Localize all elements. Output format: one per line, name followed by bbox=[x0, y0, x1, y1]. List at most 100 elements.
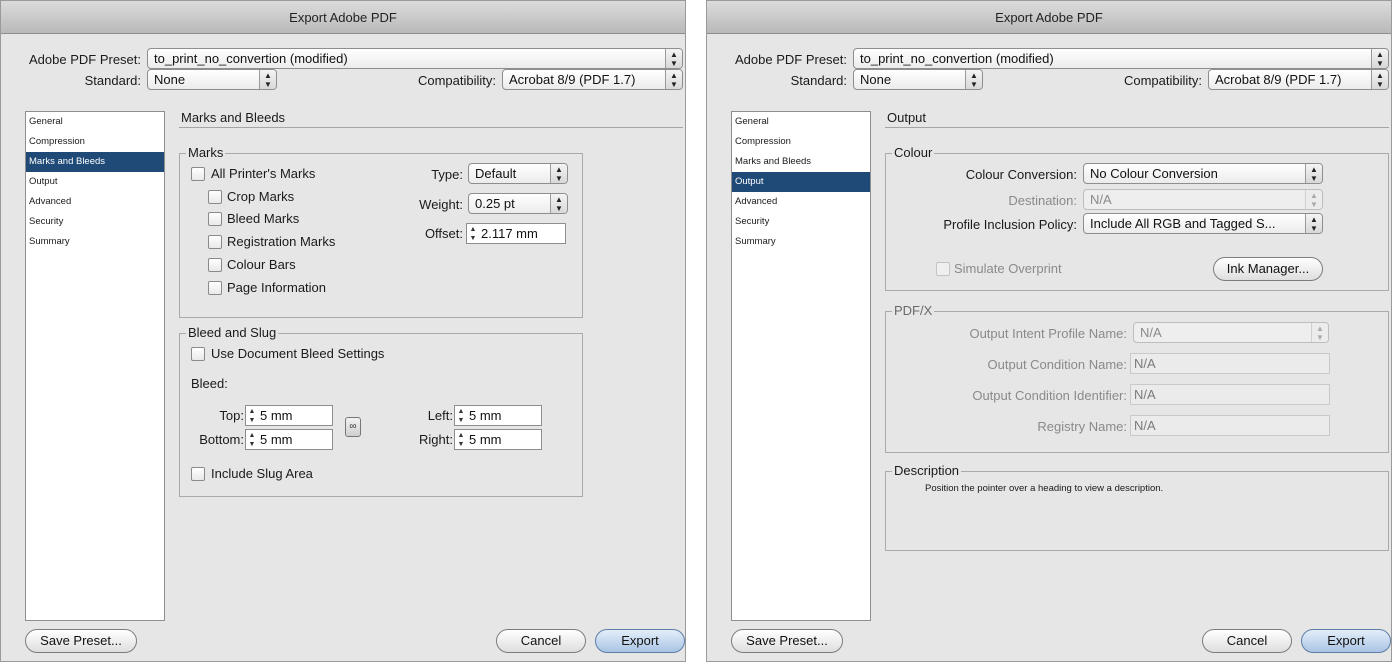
chain-link-icon[interactable]: ∞ bbox=[345, 417, 361, 437]
bleed-left-value: 5 mm bbox=[469, 408, 502, 423]
compatibility-popup[interactable]: Acrobat 8/9 (PDF 1.7) ▲ ▼ bbox=[1208, 69, 1389, 90]
weight-value: 0.25 pt bbox=[475, 196, 515, 211]
compatibility-value: Acrobat 8/9 (PDF 1.7) bbox=[509, 72, 636, 87]
preset-popup[interactable]: to_print_no_convertion (modified) ▲ ▼ bbox=[853, 48, 1389, 69]
standard-popup[interactable]: None ▲ ▼ bbox=[853, 69, 983, 90]
sidebar-item-compression[interactable]: Compression bbox=[26, 132, 164, 152]
compatibility-value: Acrobat 8/9 (PDF 1.7) bbox=[1215, 72, 1342, 87]
sidebar-item-security[interactable]: Security bbox=[732, 212, 870, 232]
compatibility-popup[interactable]: Acrobat 8/9 (PDF 1.7) ▲ ▼ bbox=[502, 69, 683, 90]
weight-popup[interactable]: 0.25 pt ▲ ▼ bbox=[468, 193, 568, 214]
destination-label: Destination: bbox=[1008, 193, 1077, 208]
bleed-left-field[interactable]: ▲ ▼ 5 mm bbox=[454, 405, 542, 426]
stepper-icon[interactable]: ▲ ▼ bbox=[246, 406, 258, 425]
stepper-icon[interactable]: ▲ ▼ bbox=[455, 430, 467, 449]
profile-inclusion-value: Include All RGB and Tagged S... bbox=[1090, 216, 1276, 231]
up-down-arrows-icon: ▲ ▼ bbox=[1305, 190, 1322, 209]
standard-popup[interactable]: None ▲ ▼ bbox=[147, 69, 277, 90]
sidebar-item-advanced[interactable]: Advanced bbox=[732, 192, 870, 212]
output-identifier-field[interactable]: N/A bbox=[1130, 384, 1330, 405]
stepper-icon[interactable]: ▲ ▼ bbox=[467, 224, 479, 243]
type-popup[interactable]: Default ▲ ▼ bbox=[468, 163, 568, 184]
up-down-arrows-icon: ▲ ▼ bbox=[259, 70, 276, 89]
simulate-overprint-checkbox[interactable] bbox=[936, 262, 950, 276]
crop-marks-label: Crop Marks bbox=[227, 189, 295, 204]
destination-popup[interactable]: N/A ▲ ▼ bbox=[1083, 189, 1323, 210]
output-condition-label: Output Condition Name: bbox=[987, 357, 1127, 372]
colour-bars-label: Colour Bars bbox=[227, 257, 296, 272]
all-printers-marks-label: All Printer's Marks bbox=[211, 166, 316, 181]
sidebar-item-security[interactable]: Security bbox=[26, 212, 164, 232]
preset-popup[interactable]: to_print_no_convertion (modified) ▲ ▼ bbox=[147, 48, 683, 69]
type-value: Default bbox=[475, 166, 517, 181]
include-slug-checkbox[interactable] bbox=[191, 467, 205, 481]
preset-value: to_print_no_convertion (modified) bbox=[860, 51, 1054, 66]
include-slug-label: Include Slug Area bbox=[211, 466, 313, 481]
offset-field[interactable]: ▲ ▼ 2.117 mm bbox=[466, 223, 566, 244]
sidebar-item-summary[interactable]: Summary bbox=[732, 232, 870, 252]
registration-marks-checkbox[interactable] bbox=[208, 235, 222, 249]
colour-group-title: Colour bbox=[892, 145, 935, 161]
sidebar-item-general[interactable]: General bbox=[26, 112, 164, 132]
description-group-title: Description bbox=[892, 463, 962, 479]
category-sidebar: General Compression Marks and Bleeds Out… bbox=[731, 111, 871, 621]
section-divider bbox=[885, 127, 1389, 128]
sidebar-item-general[interactable]: General bbox=[732, 112, 870, 132]
page-information-checkbox[interactable] bbox=[208, 281, 222, 295]
registry-name-label: Registry Name: bbox=[1037, 419, 1127, 434]
ink-manager-button[interactable]: Ink Manager... bbox=[1213, 257, 1323, 281]
profile-inclusion-popup[interactable]: Include All RGB and Tagged S... ▲ ▼ bbox=[1083, 213, 1323, 234]
export-button[interactable]: Export bbox=[595, 629, 685, 653]
description-text: Position the pointer over a heading to v… bbox=[925, 483, 1164, 494]
save-preset-button[interactable]: Save Preset... bbox=[25, 629, 137, 653]
colour-bars-checkbox[interactable] bbox=[208, 258, 222, 272]
up-down-arrows-icon: ▲ ▼ bbox=[665, 70, 682, 89]
export-button[interactable]: Export bbox=[1301, 629, 1391, 653]
save-preset-button[interactable]: Save Preset... bbox=[731, 629, 843, 653]
output-condition-field[interactable]: N/A bbox=[1130, 353, 1330, 374]
weight-label: Weight: bbox=[419, 197, 463, 212]
up-down-arrows-icon: ▲ ▼ bbox=[550, 164, 567, 183]
use-document-bleed-label: Use Document Bleed Settings bbox=[211, 346, 385, 361]
page-information-label: Page Information bbox=[227, 280, 327, 295]
output-intent-label: Output Intent Profile Name: bbox=[969, 326, 1127, 341]
sidebar-item-summary[interactable]: Summary bbox=[26, 232, 164, 252]
sidebar-item-compression[interactable]: Compression bbox=[732, 132, 870, 152]
all-printers-marks-checkbox[interactable] bbox=[191, 167, 205, 181]
stepper-icon[interactable]: ▲ ▼ bbox=[246, 430, 258, 449]
sidebar-item-advanced[interactable]: Advanced bbox=[26, 192, 164, 212]
simulate-overprint-label: Simulate Overprint bbox=[954, 261, 1062, 276]
offset-label: Offset: bbox=[424, 226, 463, 241]
compatibility-label: Compatibility: bbox=[1123, 73, 1202, 88]
sidebar-item-output[interactable]: Output bbox=[732, 172, 870, 192]
registration-marks-label: Registration Marks bbox=[227, 234, 336, 249]
bleed-label: Bleed: bbox=[191, 376, 228, 391]
preset-label: Adobe PDF Preset: bbox=[29, 52, 141, 67]
up-down-arrows-icon: ▲ ▼ bbox=[550, 194, 567, 213]
compatibility-label: Compatibility: bbox=[417, 73, 496, 88]
bleed-right-field[interactable]: ▲ ▼ 5 mm bbox=[454, 429, 542, 450]
sidebar-item-output[interactable]: Output bbox=[26, 172, 164, 192]
up-down-arrows-icon: ▲ ▼ bbox=[1305, 164, 1322, 183]
pdfx-group-title: PDF/X bbox=[892, 303, 935, 319]
output-intent-popup[interactable]: N/A ▲ ▼ bbox=[1133, 322, 1329, 343]
sidebar-item-marks-and-bleeds[interactable]: Marks and Bleeds bbox=[732, 152, 870, 172]
output-identifier-label: Output Condition Identifier: bbox=[972, 388, 1127, 403]
export-pdf-dialog-marks: Export Adobe PDF Adobe PDF Preset: to_pr… bbox=[0, 0, 686, 662]
up-down-arrows-icon: ▲ ▼ bbox=[1305, 214, 1322, 233]
sidebar-item-marks-and-bleeds[interactable]: Marks and Bleeds bbox=[26, 152, 164, 172]
colour-conversion-popup[interactable]: No Colour Conversion ▲ ▼ bbox=[1083, 163, 1323, 184]
marks-group-title: Marks bbox=[186, 145, 226, 161]
use-document-bleed-checkbox[interactable] bbox=[191, 347, 205, 361]
stepper-icon[interactable]: ▲ ▼ bbox=[455, 406, 467, 425]
standard-value: None bbox=[860, 72, 892, 87]
registry-name-field[interactable]: N/A bbox=[1130, 415, 1330, 436]
window-title: Export Adobe PDF bbox=[707, 1, 1391, 34]
cancel-button[interactable]: Cancel bbox=[496, 629, 586, 653]
cancel-button[interactable]: Cancel bbox=[1202, 629, 1292, 653]
bleed-top-field[interactable]: ▲ ▼ 5 mm bbox=[245, 405, 333, 426]
output-intent-value: N/A bbox=[1140, 325, 1162, 340]
bleed-marks-checkbox[interactable] bbox=[208, 212, 222, 226]
crop-marks-checkbox[interactable] bbox=[208, 190, 222, 204]
bleed-bottom-field[interactable]: ▲ ▼ 5 mm bbox=[245, 429, 333, 450]
